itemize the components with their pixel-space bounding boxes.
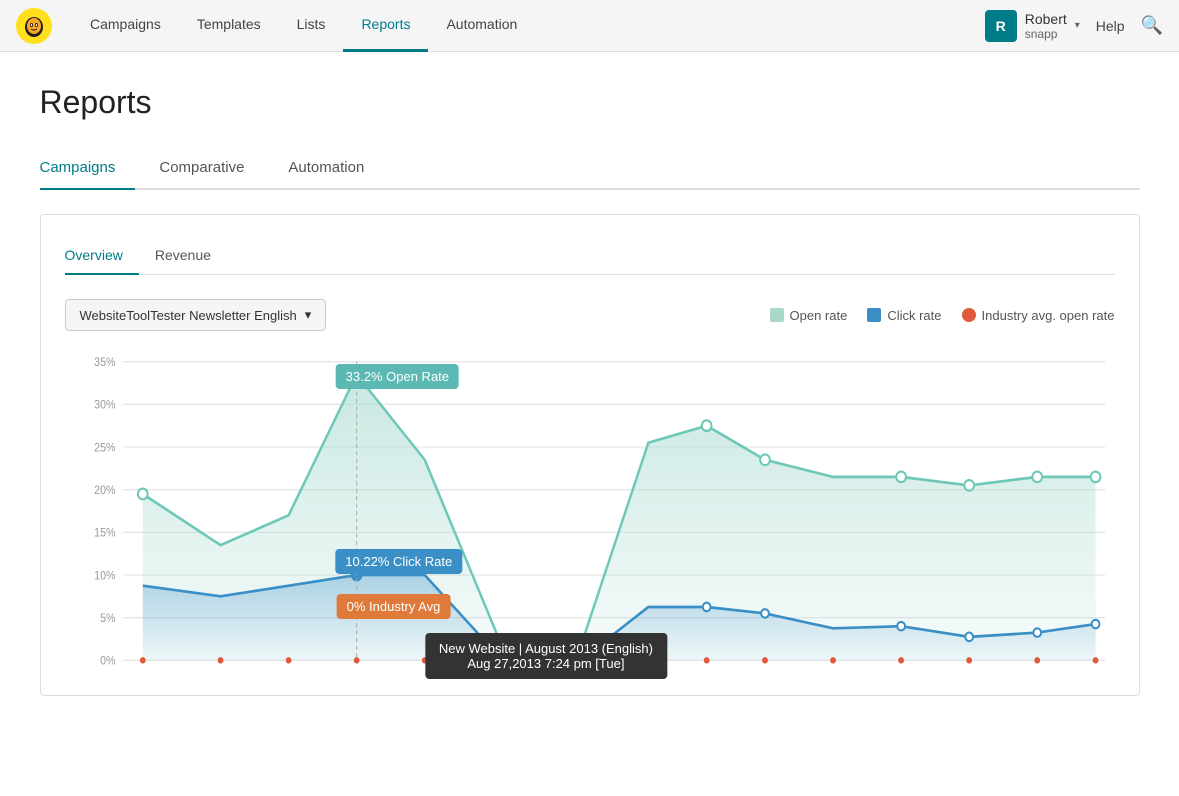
industry-dot bbox=[762, 657, 768, 663]
svg-text:5%: 5% bbox=[100, 613, 115, 626]
nav-reports[interactable]: Reports bbox=[343, 0, 428, 52]
industry-dot bbox=[830, 657, 836, 663]
open-dot bbox=[896, 472, 906, 483]
open-dot bbox=[137, 489, 147, 500]
help-link[interactable]: Help bbox=[1096, 18, 1125, 34]
legend-open-rate: Open rate bbox=[770, 308, 848, 323]
svg-text:0%: 0% bbox=[100, 655, 115, 668]
tab-comparative[interactable]: Comparative bbox=[159, 149, 264, 190]
nav-templates[interactable]: Templates bbox=[179, 0, 279, 52]
industry-dot bbox=[645, 657, 651, 663]
industry-dot bbox=[1034, 657, 1040, 663]
industry-dot bbox=[139, 657, 145, 663]
page-title: Reports bbox=[40, 84, 1140, 121]
industry-dot bbox=[577, 657, 583, 663]
legend-industry-avg: Industry avg. open rate bbox=[962, 308, 1115, 323]
navbar: Campaigns Templates Lists Reports Automa… bbox=[0, 0, 1179, 52]
svg-text:35%: 35% bbox=[94, 357, 115, 370]
industry-dot bbox=[898, 657, 904, 663]
industry-dot bbox=[1092, 657, 1098, 663]
page-content: Reports Campaigns Comparative Automation… bbox=[20, 52, 1160, 696]
nav-campaigns[interactable]: Campaigns bbox=[72, 0, 179, 52]
svg-text:25%: 25% bbox=[94, 442, 115, 455]
open-dot bbox=[760, 454, 770, 465]
industry-dot bbox=[703, 657, 709, 663]
nav-lists[interactable]: Lists bbox=[279, 0, 344, 52]
open-dot bbox=[964, 480, 974, 491]
click-dot bbox=[1091, 620, 1099, 629]
inner-tabs: Overview Revenue bbox=[65, 239, 1115, 275]
user-menu[interactable]: R Robert snapp ▾ bbox=[985, 10, 1080, 42]
inner-tab-revenue[interactable]: Revenue bbox=[155, 239, 227, 275]
chart-legend: Open rate Click rate Industry avg. open … bbox=[770, 308, 1115, 323]
tab-campaigns[interactable]: Campaigns bbox=[40, 149, 136, 190]
chart-area: 35% 30% 25% 20% 15% 10% 5% 0% bbox=[65, 351, 1115, 671]
industry-dot bbox=[217, 657, 223, 663]
svg-text:10%: 10% bbox=[94, 570, 115, 583]
reports-card: Overview Revenue WebsiteToolTester Newsl… bbox=[40, 214, 1140, 696]
user-info: Robert snapp bbox=[1025, 11, 1067, 41]
svg-text:30%: 30% bbox=[94, 399, 115, 412]
legend-industry-avg-dot bbox=[962, 308, 976, 322]
chart-svg: 35% 30% 25% 20% 15% 10% 5% 0% bbox=[65, 351, 1115, 671]
legend-click-rate-dot bbox=[867, 308, 881, 322]
open-dot bbox=[1032, 472, 1042, 483]
navbar-links: Campaigns Templates Lists Reports Automa… bbox=[72, 0, 985, 52]
app-logo bbox=[16, 8, 52, 44]
industry-dot bbox=[966, 657, 972, 663]
svg-text:20%: 20% bbox=[94, 485, 115, 498]
reports-tabs: Campaigns Comparative Automation bbox=[40, 149, 1140, 190]
click-dot bbox=[1033, 628, 1041, 637]
dropdown-caret-icon: ▾ bbox=[305, 307, 312, 323]
campaign-dropdown[interactable]: WebsiteToolTester Newsletter English ▾ bbox=[65, 299, 327, 331]
search-icon[interactable]: 🔍 bbox=[1141, 15, 1163, 36]
legend-click-rate: Click rate bbox=[867, 308, 941, 323]
industry-dot bbox=[499, 657, 505, 663]
click-dot bbox=[761, 609, 769, 618]
inner-tab-overview[interactable]: Overview bbox=[65, 239, 139, 275]
industry-dot bbox=[353, 657, 359, 663]
open-dot bbox=[701, 420, 711, 431]
navbar-right: R Robert snapp ▾ Help 🔍 bbox=[985, 10, 1163, 42]
industry-dot bbox=[421, 657, 427, 663]
tab-automation[interactable]: Automation bbox=[288, 149, 384, 190]
legend-open-rate-dot bbox=[770, 308, 784, 322]
svg-text:15%: 15% bbox=[94, 527, 115, 540]
click-dot bbox=[965, 633, 973, 642]
open-dot bbox=[1090, 472, 1100, 483]
avatar: R bbox=[985, 10, 1017, 42]
chart-controls: WebsiteToolTester Newsletter English ▾ O… bbox=[65, 299, 1115, 331]
nav-automation[interactable]: Automation bbox=[428, 0, 535, 52]
industry-dot bbox=[285, 657, 291, 663]
user-menu-caret: ▾ bbox=[1075, 20, 1080, 31]
click-dot bbox=[897, 622, 905, 631]
click-dot bbox=[702, 603, 710, 612]
